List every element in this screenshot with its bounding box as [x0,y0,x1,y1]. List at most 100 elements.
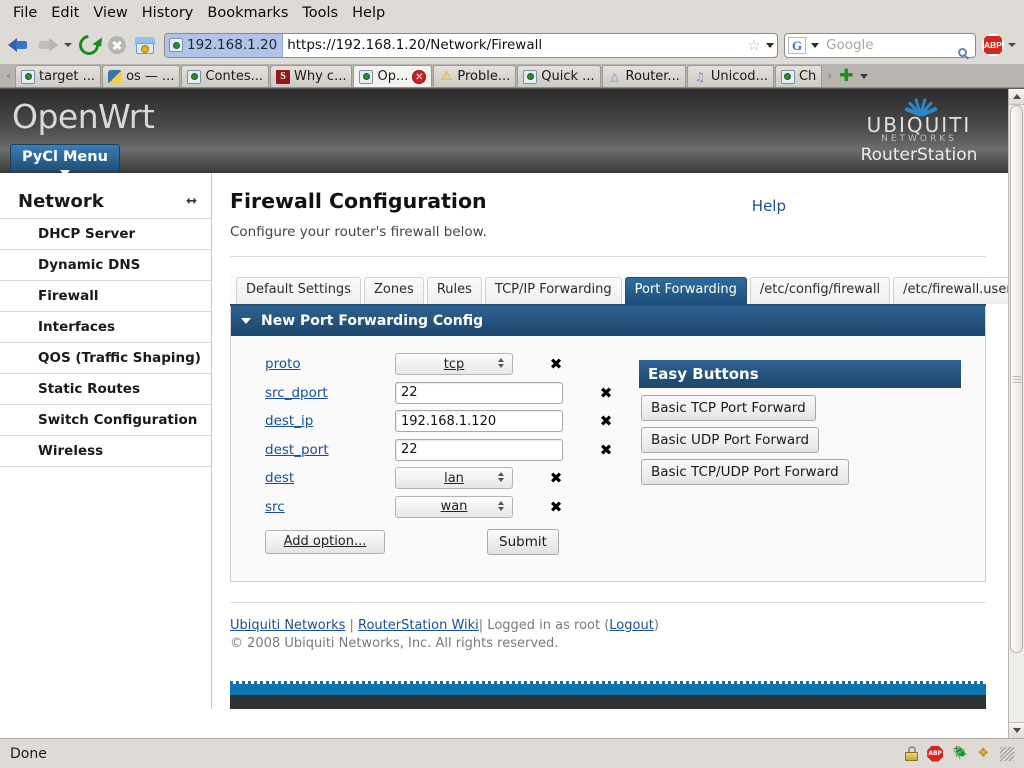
footer-link-ubiquiti-networks[interactable]: Ubiquiti Networks [230,618,345,633]
history-dropdown-button[interactable] [62,32,74,58]
firebug-icon[interactable]: 🪲 [952,747,968,760]
stop-button[interactable] [104,32,130,58]
scroll-down-arrow-icon[interactable] [1009,722,1024,738]
scroll-up-arrow-icon[interactable] [1009,89,1024,105]
page-scrollbar[interactable] [1008,89,1024,738]
src-dport-input[interactable]: 22 [395,381,563,404]
sidebar-item-firewall[interactable]: Firewall [0,280,211,311]
noscript-icon[interactable]: ❖ [977,747,989,760]
menu-history[interactable]: History [135,3,201,23]
remove-x-icon-dest[interactable]: ✖ [549,469,563,487]
add-option-select[interactable]: Add option... [265,529,385,554]
back-button[interactable] [6,32,32,58]
footer-link-routerstation-wiki[interactable]: RouterStation Wiki [358,618,479,633]
adblock-plus-icon[interactable]: ABP [982,34,1004,56]
toolbar-overflow-button[interactable] [1006,32,1018,58]
proto-select[interactable]: tcp [395,353,513,376]
sidebar-item-dhcp-server[interactable]: DHCP Server [0,218,211,249]
close-icon[interactable]: ✕ [412,69,427,84]
tab-list-button[interactable] [856,65,872,87]
help-link[interactable]: Help [752,197,786,215]
search-engine-dropdown[interactable] [808,42,822,48]
menu-file[interactable]: File [6,3,44,23]
remove-x-icon-src-dport[interactable]: ✖ [599,384,613,402]
browser-tab[interactable]: Contes... [181,65,269,87]
remove-x-icon-src[interactable]: ✖ [549,498,563,516]
ubiquiti-burst-icon [844,95,994,117]
browser-tab[interactable]: ♫ Unicod... [686,65,774,87]
basic-udp-port-forward-button[interactable]: Basic UDP Port Forward [641,426,820,453]
sidebar-item-interfaces[interactable]: Interfaces [0,311,211,342]
form-row-src-dport: src_dport 22 ✖ [265,378,613,407]
url-dropdown-button[interactable] [763,42,777,48]
basic-tcp-port-forward-button[interactable]: Basic TCP Port Forward [641,394,816,421]
basic-tcp-udp-port-forward-button[interactable]: Basic TCP/UDP Port Forward [641,458,849,485]
browser-tab[interactable]: os — ... [102,65,181,87]
search-bar[interactable]: G Google [784,32,976,58]
submit-button[interactable]: Submit [487,528,559,555]
label-dest-ip[interactable]: dest_ip [265,413,395,429]
src-select[interactable]: wan [395,495,513,518]
panel-header[interactable]: New Port Forwarding Config [231,305,985,336]
browser-tab[interactable]: Ch [774,65,823,87]
dest-select[interactable]: lan [395,467,513,490]
sidebar-item-qos[interactable]: QOS (Traffic Shaping) [0,342,211,373]
menu-edit[interactable]: Edit [44,3,86,23]
browser-tab-active[interactable]: Op... ✕ [353,65,433,87]
dest-ip-input[interactable]: 192.168.1.120 [395,410,563,433]
new-tab-button[interactable]: ✚ [836,65,856,87]
footer-copyright: © 2008 Ubiquiti Networks, Inc. All right… [230,636,559,652]
tab-scroll-left-icon[interactable]: ‹ [2,65,15,87]
url-input[interactable]: https://192.168.1.20/Network/Firewall [283,37,745,53]
bookmark-star-icon[interactable]: ☆ [745,37,763,53]
remove-x-icon-dest-ip[interactable]: ✖ [599,412,613,430]
sidebar-item-static-routes[interactable]: Static Routes [0,373,211,404]
sidebar-item-dynamic-dns[interactable]: Dynamic DNS [0,249,211,280]
browser-tab[interactable]: △ Router... [601,65,686,87]
sidebar-item-switch-configuration[interactable]: Switch Configuration [0,404,211,435]
forward-button[interactable] [34,32,60,58]
pycl-menu-button[interactable]: PyCl Menu [10,144,120,173]
menu-help[interactable]: Help [345,3,392,23]
home-button[interactable] [132,32,158,58]
browser-tab[interactable]: ⚠ Proble... [433,65,517,87]
tab-etc-config-firewall[interactable]: /etc/config/firewall [749,277,891,304]
search-input[interactable]: Google [822,37,955,53]
tab-default-settings[interactable]: Default Settings [236,277,361,304]
label-proto[interactable]: proto [265,356,395,372]
resize-grip-icon[interactable] [1000,746,1014,761]
collapse-arrows-icon[interactable]: ↔ [186,194,197,209]
tab-etc-firewall-user[interactable]: /etc/firewall.user [893,277,1008,304]
triangle-down-icon[interactable] [241,317,251,324]
tab-tcpip-forwarding[interactable]: TCP/IP Forwarding [484,277,622,304]
browser-tab[interactable]: S Why c... [270,65,353,87]
label-src[interactable]: src [265,499,395,515]
lock-icon[interactable] [905,746,919,761]
adblock-plus-icon[interactable]: ABP [927,745,944,762]
search-engine-icon[interactable]: G [788,36,806,54]
menu-bookmarks[interactable]: Bookmarks [200,3,295,23]
menu-view[interactable]: View [86,3,134,23]
tab-rules[interactable]: Rules [426,277,482,304]
firewall-tab-bar: Default Settings Zones Rules TCP/IP Forw… [230,273,1008,306]
tab-port-forwarding[interactable]: Port Forwarding [624,277,747,304]
tab-scroll-right-icon[interactable]: › [823,65,836,87]
site-identity-badge[interactable]: 192.168.1.20 [165,33,284,57]
tab-zones[interactable]: Zones [363,277,424,304]
menu-tools[interactable]: Tools [295,3,345,23]
remove-x-icon-proto[interactable]: ✖ [549,355,563,373]
remove-x-icon-dest-port[interactable]: ✖ [599,441,613,459]
browser-tab[interactable]: target ... [15,65,102,87]
dest-port-input[interactable]: 22 [395,438,563,461]
forward-arrow-icon [36,37,58,53]
label-src-dport[interactable]: src_dport [265,385,395,401]
sidebar-item-wireless[interactable]: Wireless [0,435,211,467]
browser-tab[interactable]: Quick ... [517,65,601,87]
label-dest[interactable]: dest [265,470,395,486]
label-dest-port[interactable]: dest_port [265,442,395,458]
reload-button[interactable] [74,30,104,60]
scrollbar-track[interactable] [1009,105,1024,722]
url-bar[interactable]: 192.168.1.20 https://192.168.1.20/Networ… [164,32,778,58]
logout-link[interactable]: Logout [609,618,654,633]
scrollbar-thumb[interactable] [1010,105,1023,653]
